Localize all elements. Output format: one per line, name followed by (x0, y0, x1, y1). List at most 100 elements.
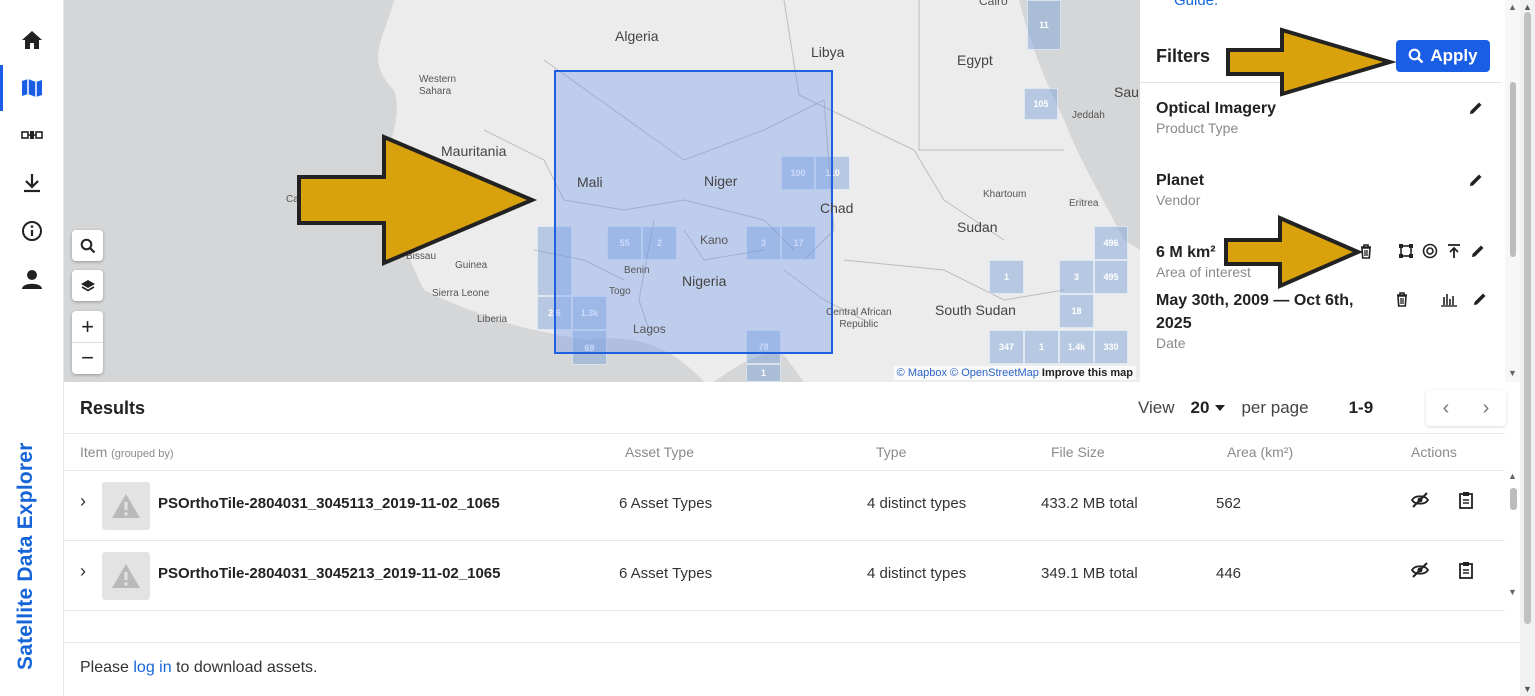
tile-count: 496 (1103, 238, 1119, 248)
login-prompt-suffix: to download assets. (176, 659, 318, 676)
map-label-algeria: Algeria (615, 28, 659, 44)
tile-cell[interactable]: 3 (1059, 260, 1094, 294)
filters-scrollbar[interactable]: ▲ ▼ (1505, 0, 1520, 382)
area-of-interest-rectangle[interactable] (554, 70, 833, 354)
login-link[interactable]: log in (133, 659, 171, 676)
tile-count: 1 (1038, 342, 1044, 352)
tile-cell[interactable]: 11 (1027, 0, 1061, 50)
tile-cell[interactable]: 1 (746, 364, 781, 382)
next-page-button[interactable]: › (1483, 397, 1490, 420)
upload-icon (1448, 244, 1460, 258)
map-search-button[interactable] (72, 230, 103, 261)
tile-cell[interactable]: 496 (1094, 226, 1128, 260)
scroll-down-arrow[interactable]: ▼ (1523, 684, 1532, 694)
tile-cell[interactable]: 495 (1094, 260, 1128, 294)
copy-details-button[interactable] (1458, 491, 1474, 513)
nav-account[interactable] (0, 256, 64, 302)
nav-map[interactable] (0, 65, 64, 111)
map-label-lagos: Lagos (633, 322, 666, 336)
copy-details-button[interactable] (1458, 561, 1474, 583)
tile-cell[interactable]: 1 (989, 260, 1024, 294)
filter-label: Vendor (1156, 192, 1201, 208)
map-label-liberia: Liberia (477, 314, 508, 325)
osm-link[interactable]: © OpenStreetMap (950, 367, 1039, 379)
toggle-visibility-button[interactable] (1410, 561, 1430, 583)
delete-date-button[interactable] (1394, 291, 1410, 307)
scroll-up-arrow[interactable]: ▲ (1508, 2, 1517, 12)
nav-satellite[interactable] (0, 112, 64, 158)
row-file-size: 349.1 MB total (1041, 565, 1138, 582)
pencil-icon (1474, 293, 1486, 305)
tile-count: 1.4k (1067, 342, 1086, 352)
results-scrollbar[interactable]: ▲ ▼ (1505, 471, 1520, 601)
row-item-name: PSOrthoTile-2804031_3045213_2019-11-02_1… (158, 565, 501, 582)
login-prompt: Please log in to download assets. (80, 659, 318, 677)
map-label-cairo: Cairo (979, 0, 1008, 8)
tile-cell[interactable]: 1 (1024, 330, 1059, 364)
results-title: Results (80, 398, 146, 418)
warning-icon (112, 564, 140, 588)
layers-icon (80, 279, 95, 291)
apply-button[interactable]: Apply (1396, 40, 1490, 72)
pagination-controls: View 20 per page 1-9 (1138, 398, 1373, 418)
draw-radius-button[interactable] (1422, 243, 1438, 259)
col-area: Area (km²) (1227, 444, 1294, 460)
map-label-sierra-leone: Sierra Leone (432, 288, 490, 299)
draw-rectangle-button[interactable] (1398, 243, 1414, 259)
results-footer: Please log in to download assets. (64, 642, 1520, 696)
map-label-egypt: Egypt (957, 52, 993, 68)
tile-cell[interactable]: 1.4k (1059, 330, 1094, 364)
tile-cell[interactable]: 330 (1094, 330, 1128, 364)
row-asset-type: 6 Asset Types (619, 495, 713, 512)
download-icon (24, 174, 40, 193)
mapbox-link[interactable]: © Mapbox (897, 367, 947, 379)
edit-date-button[interactable] (1472, 291, 1488, 307)
filter-label: Date (1156, 335, 1186, 351)
toggle-visibility-button[interactable] (1410, 491, 1430, 513)
scroll-down-arrow[interactable]: ▼ (1508, 368, 1517, 378)
nav-download[interactable] (0, 160, 64, 206)
zoom-in-button[interactable]: + (72, 311, 103, 342)
expand-row-button[interactable]: › (80, 491, 86, 512)
map-layers-button[interactable] (72, 270, 103, 301)
clipboard-icon (1459, 562, 1473, 579)
date-histogram-button[interactable] (1440, 291, 1458, 307)
edit-product-type-button[interactable] (1468, 100, 1484, 116)
edit-vendor-button[interactable] (1468, 172, 1484, 188)
table-row[interactable]: › PSOrthoTile-2804031_3045213_2019-11-02… (64, 541, 1505, 611)
nav-home[interactable] (0, 17, 64, 63)
table-row[interactable]: › PSOrthoTile-2804031_3045113_2019-11-02… (64, 471, 1505, 541)
apply-label: Apply (1430, 46, 1478, 65)
filter-label: Product Type (1156, 120, 1239, 136)
scroll-up-arrow[interactable]: ▲ (1523, 2, 1532, 12)
upload-aoi-button[interactable] (1446, 243, 1462, 259)
map-view[interactable]: 11 105 100 110 55 2 3 17 496 1 3 495 2.6… (64, 0, 1140, 382)
map-zoom-control: + − (72, 311, 103, 374)
scroll-up-arrow[interactable]: ▲ (1508, 471, 1517, 481)
page-scrollbar[interactable]: ▲ ▼ (1520, 0, 1535, 696)
zoom-out-button[interactable]: − (72, 342, 103, 373)
scrollbar-thumb[interactable] (1524, 12, 1531, 624)
nav-info[interactable] (0, 208, 64, 254)
improve-map-link[interactable]: Improve this map (1042, 367, 1133, 379)
col-item-label: Item (80, 444, 108, 460)
tile-cell[interactable]: 347 (989, 330, 1024, 364)
scrollbar-thumb[interactable] (1510, 488, 1517, 510)
results-range: 1-9 (1348, 398, 1374, 417)
scrollbar-thumb[interactable] (1510, 82, 1516, 257)
tile-cell[interactable]: 18 (1059, 294, 1094, 328)
previous-page-button[interactable]: ‹ (1443, 397, 1450, 420)
tile-cell[interactable]: 105 (1024, 88, 1058, 120)
expand-row-button[interactable]: › (80, 561, 86, 582)
per-page-select[interactable]: 20 (1191, 398, 1226, 418)
annotation-arrow (1226, 27, 1396, 97)
tile-count: 1 (760, 368, 766, 378)
edit-aoi-button[interactable] (1470, 243, 1486, 259)
results-table-header: Item (grouped by) Asset Type Type File S… (64, 433, 1505, 471)
map-label-nigeria: Nigeria (682, 273, 727, 289)
guide-link[interactable]: Guide. (1174, 0, 1218, 9)
scroll-down-arrow[interactable]: ▼ (1508, 587, 1517, 597)
row-type: 4 distinct types (867, 565, 967, 582)
info-icon (22, 221, 42, 241)
search-icon (1408, 48, 1424, 64)
